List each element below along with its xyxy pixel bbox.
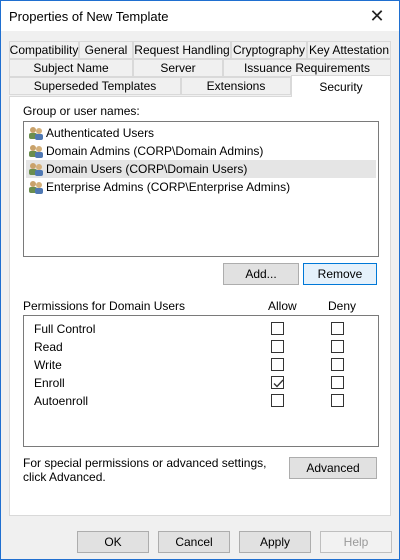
permission-name: Write: [34, 358, 62, 372]
tab-general[interactable]: General: [79, 41, 133, 59]
users-icon: [29, 163, 43, 176]
add-button[interactable]: Add...: [223, 263, 299, 285]
cancel-button[interactable]: Cancel: [158, 531, 230, 553]
group-user-label: Group or user names:: [23, 104, 140, 118]
apply-button[interactable]: Apply: [239, 531, 311, 553]
permission-name: Read: [34, 340, 63, 354]
users-icon: [29, 127, 43, 140]
help-button[interactable]: Help: [320, 531, 392, 553]
deny-header: Deny: [328, 299, 357, 313]
permissions-label: Permissions for Domain Users: [23, 299, 186, 313]
permission-row: Full Control: [24, 320, 378, 338]
allow-checkbox[interactable]: [271, 358, 284, 371]
allow-header: Allow: [268, 299, 297, 313]
window-title: Properties of New Template: [9, 9, 169, 24]
tab-server[interactable]: Server: [133, 59, 223, 77]
user-name: Domain Users (CORP\Domain Users): [46, 162, 248, 176]
allow-checkbox[interactable]: [271, 376, 284, 389]
permission-name: Enroll: [34, 376, 65, 390]
tab-subject-name[interactable]: Subject Name: [9, 59, 133, 77]
tab-request-handling[interactable]: Request Handling: [133, 41, 231, 59]
allow-checkbox[interactable]: [271, 322, 284, 335]
tab-superseded-templates[interactable]: Superseded Templates: [9, 77, 181, 95]
users-icon: [29, 145, 43, 158]
advanced-hint: For special permissions or advanced sett…: [23, 456, 267, 484]
checkmark-icon: [273, 379, 284, 388]
deny-checkbox[interactable]: [331, 394, 344, 407]
remove-button[interactable]: Remove: [303, 263, 377, 285]
permission-name: Autoenroll: [34, 394, 89, 408]
deny-checkbox[interactable]: [331, 340, 344, 353]
close-icon[interactable]: ✕: [355, 1, 399, 31]
deny-checkbox[interactable]: [331, 358, 344, 371]
permission-name: Full Control: [34, 322, 96, 336]
permission-row: Write: [24, 356, 378, 374]
user-name: Domain Admins (CORP\Domain Admins): [46, 144, 264, 158]
tab-security[interactable]: Security: [291, 75, 391, 97]
deny-checkbox[interactable]: [331, 322, 344, 335]
tab-compatibility[interactable]: Compatibility: [9, 41, 79, 59]
tab-key-attestation[interactable]: Key Attestation: [307, 41, 391, 59]
user-name: Authenticated Users: [46, 126, 155, 140]
properties-dialog: Properties of New Template ✕ Compatibili…: [0, 0, 400, 560]
user-name: Enterprise Admins (CORP\Enterprise Admin…: [46, 180, 291, 194]
allow-checkbox[interactable]: [271, 340, 284, 353]
list-item[interactable]: Enterprise Admins (CORP\Enterprise Admin…: [26, 178, 376, 196]
list-item-selected[interactable]: Domain Users (CORP\Domain Users): [26, 160, 376, 178]
title-bar: Properties of New Template ✕: [1, 1, 399, 31]
user-list[interactable]: Authenticated Users Domain Admins (CORP\…: [23, 121, 379, 257]
permission-row: Enroll: [24, 374, 378, 392]
deny-checkbox[interactable]: [331, 376, 344, 389]
list-item[interactable]: Domain Admins (CORP\Domain Admins): [26, 142, 376, 160]
ok-button[interactable]: OK: [77, 531, 149, 553]
tab-cryptography[interactable]: Cryptography: [231, 41, 307, 59]
advanced-button[interactable]: Advanced: [289, 457, 377, 479]
permissions-list: Full Control Read Write Enroll Autoenrol…: [23, 315, 379, 447]
list-item[interactable]: Authenticated Users: [26, 124, 376, 142]
users-icon: [29, 181, 43, 194]
permission-row: Read: [24, 338, 378, 356]
allow-checkbox[interactable]: [271, 394, 284, 407]
permission-row: Autoenroll: [24, 392, 378, 410]
tab-extensions[interactable]: Extensions: [181, 77, 291, 95]
